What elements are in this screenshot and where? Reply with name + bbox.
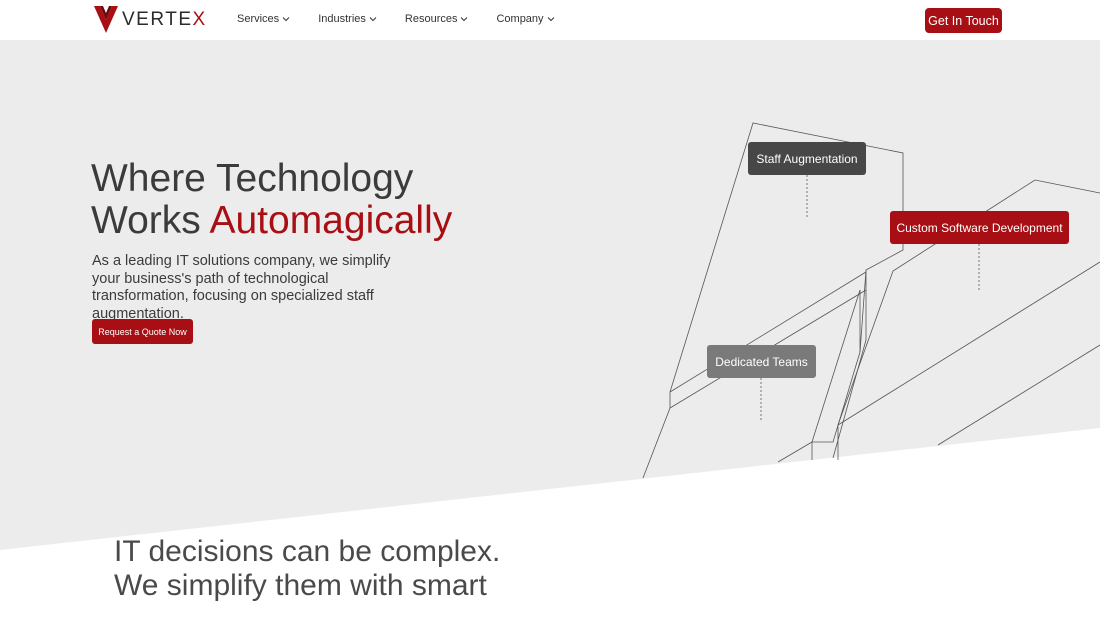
vertex-v-logo-icon <box>94 6 118 33</box>
nav-services-label: Services <box>237 13 280 25</box>
section-headline: IT decisions can be complex. We simplify… <box>114 535 500 603</box>
nav-company[interactable]: Company <box>496 13 554 25</box>
nav-services[interactable]: Services <box>237 13 290 25</box>
headline-line2: Works <box>91 199 210 242</box>
main-nav: Services Industries Resources Company <box>237 13 555 25</box>
nav-company-label: Company <box>496 13 544 25</box>
chevron-down-icon <box>369 17 377 22</box>
get-in-touch-button[interactable]: Get In Touch <box>925 8 1002 33</box>
chevron-down-icon <box>282 17 290 22</box>
chevron-down-icon <box>461 17 468 22</box>
headline-accent: Automagically <box>209 199 453 242</box>
chevron-down-icon <box>547 17 554 22</box>
nav-industries[interactable]: Industries <box>318 13 377 25</box>
custom-software-tag[interactable]: Custom Software Development <box>890 211 1069 244</box>
nav-industries-label: Industries <box>318 13 366 25</box>
hero-headline: Where Technology Works Automagically <box>91 158 452 242</box>
section-line2: We simplify them with smart <box>114 569 487 602</box>
request-quote-button[interactable]: Request a Quote Now <box>92 319 193 344</box>
logo[interactable]: VERTEX <box>94 6 207 33</box>
nav-resources[interactable]: Resources <box>405 13 469 25</box>
nav-resources-label: Resources <box>404 13 458 25</box>
section-line1: IT decisions can be complex. <box>114 535 501 568</box>
site-header: VERTEX Services Industries Resources Com… <box>0 0 1100 40</box>
dedicated-teams-tag[interactable]: Dedicated Teams <box>707 345 816 378</box>
hero-subtext: As a leading IT solutions company, we si… <box>92 253 391 322</box>
headline-line1: Where Technology <box>91 157 414 200</box>
logo-text: VERTEX <box>122 8 207 30</box>
hero-section: Where Technology Works Automagically As … <box>0 40 1100 619</box>
staff-augmentation-tag[interactable]: Staff Augmentation <box>748 142 866 175</box>
